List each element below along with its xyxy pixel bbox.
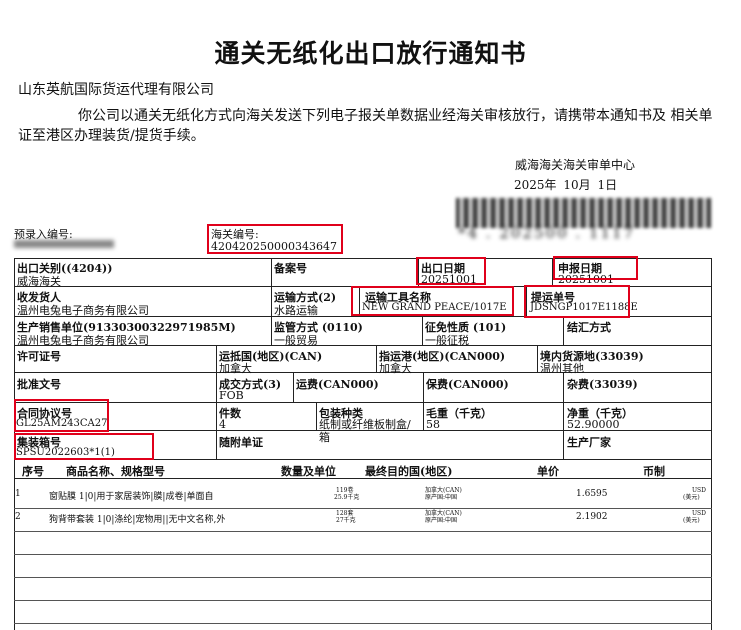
highlight-declare-date bbox=[553, 256, 638, 280]
page-title: 通关无纸化出口放行通知书 bbox=[214, 39, 527, 68]
approval-label: 批准文号 bbox=[17, 378, 61, 391]
goods-header-name: 商品名称、规格型号 bbox=[66, 465, 165, 478]
package-value: 纸制或纤维板制盒/箱 bbox=[319, 418, 411, 444]
blurred-number: *4 . 202500 . 1117 bbox=[458, 224, 636, 242]
highlight-customs-no bbox=[207, 224, 343, 254]
exit-customs-value: 威海海关 bbox=[17, 275, 61, 288]
goods-row-2-cur2: (美元) bbox=[683, 517, 700, 524]
source-value: 温州其他 bbox=[540, 362, 584, 375]
highlight-bl-no bbox=[524, 285, 630, 318]
consignor-value: 温州电兔电子商务有限公司 bbox=[17, 304, 149, 317]
goods-row-1-seq: 1 bbox=[15, 489, 21, 499]
port-value: 加拿大 bbox=[379, 362, 412, 375]
company-name: 山东英航国际货运代理有限公司 bbox=[18, 82, 214, 98]
dest-country-value: 加拿大 bbox=[219, 362, 252, 375]
goods-row-1-dest2: 原产国:中国 bbox=[425, 494, 458, 501]
highlight-container bbox=[14, 433, 154, 460]
goods-row-1-qty2: 25.9千克 bbox=[334, 494, 360, 501]
customs-center: 威海海关海关审单中心 bbox=[515, 158, 636, 172]
attached-docs-label: 随附单证 bbox=[219, 436, 263, 449]
goods-row-2-seq: 2 bbox=[15, 512, 21, 522]
goods-row-2-dest2: 原产国:中国 bbox=[425, 517, 458, 524]
license-label: 许可证号 bbox=[17, 350, 61, 363]
insurance-label: 保费(CAN000) bbox=[426, 378, 509, 391]
levy-value: 一般征税 bbox=[425, 334, 469, 347]
goods-header-currency: 币制 bbox=[643, 465, 665, 478]
goods-header-price: 单价 bbox=[537, 465, 559, 478]
goods-header-qty: 数量及单位 bbox=[281, 465, 336, 478]
goods-header-seq: 序号 bbox=[22, 465, 44, 478]
goods-row-2-qty2: 27千克 bbox=[336, 517, 356, 524]
pieces-value: 4 bbox=[219, 418, 226, 431]
goods-row-2-price: 2.1902 bbox=[576, 512, 608, 522]
gross-weight-value: 58 bbox=[426, 418, 440, 431]
highlight-export-date bbox=[416, 257, 486, 285]
issue-date: 2025年 10月 1日 bbox=[514, 178, 618, 192]
filing-label: 备案号 bbox=[274, 262, 307, 275]
highlight-vessel bbox=[351, 286, 514, 316]
manufacturer-label: 生产厂家 bbox=[567, 436, 611, 449]
goods-row-2-name: 狗背带套装 1|0|涤纶|宠物用||无中文名称,外 bbox=[49, 515, 226, 525]
settlement-label: 结汇方式 bbox=[567, 321, 611, 334]
goods-row-1-cur2: (美元) bbox=[683, 494, 700, 501]
deal-value: FOB bbox=[219, 389, 244, 402]
freight-label: 运费(CAN000) bbox=[296, 378, 379, 391]
notice-paragraph: 你公司以通关无纸化方式向海关发送下列电子报关单数据业经海关审核放行，请携带本通知… bbox=[18, 108, 713, 144]
transport-mode-value: 水路运输 bbox=[274, 304, 318, 317]
goods-row-1-name: 窗贴膜 1|0|用于家居装饰|膜|成卷|单面自 bbox=[49, 492, 214, 502]
goods-header-dest: 最终目的国(地区) bbox=[365, 465, 453, 478]
supervision-value: 一般贸易 bbox=[274, 334, 318, 347]
misc-label: 杂费(33039) bbox=[567, 378, 638, 391]
net-weight-value: 52.90000 bbox=[567, 418, 620, 431]
producer-value: 温州电兔电子商务有限公司 bbox=[17, 334, 149, 347]
goods-row-1-price: 1.6595 bbox=[576, 489, 608, 499]
preentry-blurred-value bbox=[14, 240, 114, 248]
highlight-contract bbox=[14, 399, 109, 432]
